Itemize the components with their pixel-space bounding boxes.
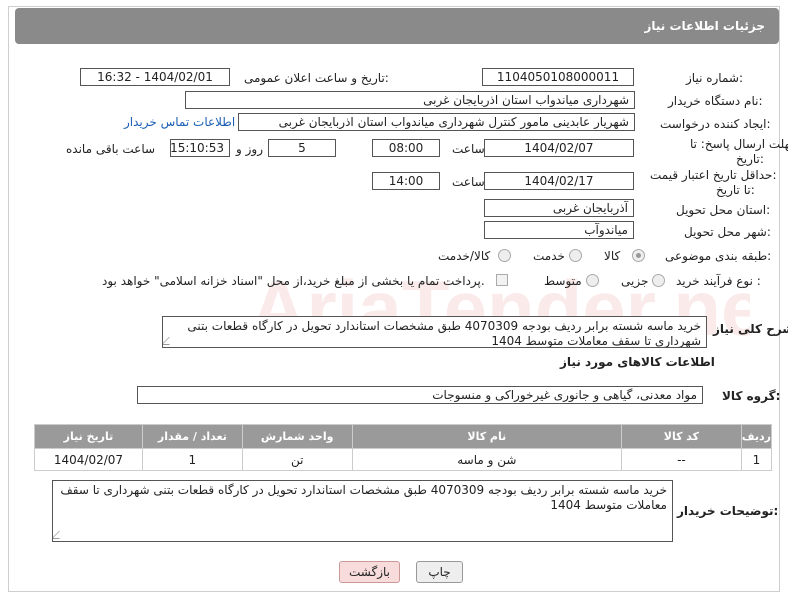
page-header: جزئیات اطلاعات نیاز [15, 8, 779, 44]
category-goods-radio[interactable] [632, 249, 645, 262]
buyer-contact-link[interactable]: اطلاعات تماس خریدار [124, 115, 235, 129]
goods-group-label: گروه کالا: [722, 389, 781, 403]
cell-quantity: 1 [141, 448, 243, 471]
announce-field: 1404/02/01 - 16:32 [80, 68, 230, 86]
price-date-field: 1404/02/17 [484, 172, 634, 190]
price-validity-label-line1: حداقل تاریخ اعتبار قیمت: [650, 168, 777, 182]
col-need-date: تاریخ نیاز [34, 424, 143, 449]
resize-grip-icon[interactable] [163, 337, 177, 345]
goods-table: ردیف کد کالا نام کالا واحد شمارش تعداد /… [34, 424, 773, 471]
col-code: کد کالا [621, 424, 742, 449]
deadline-label-line2: تاریخ: [736, 152, 764, 166]
cell-need-date: 1404/02/07 [34, 448, 143, 471]
process-partial-radio[interactable] [652, 274, 665, 287]
cell-name: شن و ماسه [351, 448, 623, 471]
need-number-field: 1104050108000011 [482, 68, 634, 86]
back-button[interactable]: بازگشت [339, 561, 400, 583]
table-row: 1 -- شن و ماسه تن 1 1404/02/07 [34, 448, 773, 471]
process-medium-label: متوسط [544, 274, 582, 288]
col-quantity: تعداد / مقدار [141, 424, 243, 449]
print-button[interactable]: چاپ [416, 561, 463, 583]
deadline-date-field: 1404/02/07 [484, 139, 634, 157]
process-label: نوع فرآیند خرید : [676, 274, 761, 288]
buyer-notes-textarea[interactable]: خرید ماسه شسته برابر ردیف بودجه 4070309 … [52, 480, 673, 542]
resize-grip-icon[interactable] [53, 531, 67, 539]
need-number-label: شماره نیاز: [686, 71, 744, 85]
buyer-label: نام دستگاه خریدار: [668, 94, 763, 108]
days-label: روز و [236, 142, 263, 156]
creator-field: شهریار عابدینی مامور کنترل شهرداری میاند… [238, 113, 635, 131]
treasury-payment-note: پرداخت تمام یا بخشی از مبلغ خرید،از محل … [102, 274, 485, 288]
price-time-label: ساعت [452, 175, 485, 189]
province-field: آذربایجان غربی [484, 199, 634, 217]
summary-label: شرح کلی نیاز: [713, 322, 788, 336]
page-title: جزئیات اطلاعات نیاز [644, 19, 765, 33]
buyer-notes-label: توضیحات خریدار: [677, 504, 779, 518]
price-time-field: 14:00 [372, 172, 440, 190]
goods-section-title: اطلاعات کالاهای مورد نیاز [560, 355, 715, 369]
summary-textarea[interactable]: خرید ماسه شسته برابر ردیف بودجه 4070309 … [162, 316, 707, 348]
days-field: 5 [268, 139, 336, 157]
col-name: نام کالا [351, 424, 623, 449]
deadline-time-label: ساعت [452, 142, 485, 156]
category-service-label: خدمت [533, 249, 565, 263]
process-partial-label: جزیی [621, 274, 649, 288]
category-label: طبقه بندی موضوعی: [665, 249, 772, 263]
remaining-time-field: 15:10:53 [170, 139, 230, 157]
goods-group-field: مواد معدنی، گیاهی و جانوری غیرخوراکی و م… [137, 386, 703, 404]
remaining-label: ساعت باقی مانده [66, 142, 156, 156]
cell-code: -- [621, 448, 742, 471]
process-medium-radio[interactable] [586, 274, 599, 287]
deadline-label-line1: مهلت ارسال پاسخ: تا [690, 137, 788, 151]
buyer-notes-text: خرید ماسه شسته برابر ردیف بودجه 4070309 … [60, 483, 667, 512]
city-field: میاندوآب [484, 221, 634, 239]
col-unit: واحد شمارش [241, 424, 353, 449]
category-goods-label: کالا [604, 249, 621, 263]
cell-unit: تن [241, 448, 353, 471]
buyer-field: شهرداری میاندواب استان اذربایجان غربی [185, 91, 635, 109]
province-label: استان محل تحویل: [676, 203, 771, 217]
summary-text: خرید ماسه شسته برابر ردیف بودجه 4070309 … [187, 319, 701, 348]
cell-row: 1 [740, 448, 773, 471]
creator-label: ایجاد کننده درخواست: [660, 117, 771, 131]
category-service-radio[interactable] [569, 249, 582, 262]
col-row: ردیف [740, 424, 773, 449]
category-goods-service-label: کالا/خدمت [438, 249, 491, 263]
category-goods-service-radio[interactable] [498, 249, 511, 262]
treasury-payment-checkbox[interactable] [496, 274, 508, 286]
announce-label: تاریخ و ساعت اعلان عمومی: [244, 71, 389, 85]
deadline-time-field: 08:00 [372, 139, 440, 157]
city-label: شهر محل تحویل: [684, 225, 771, 239]
price-validity-label-line2: تا تاریخ: [716, 183, 755, 197]
